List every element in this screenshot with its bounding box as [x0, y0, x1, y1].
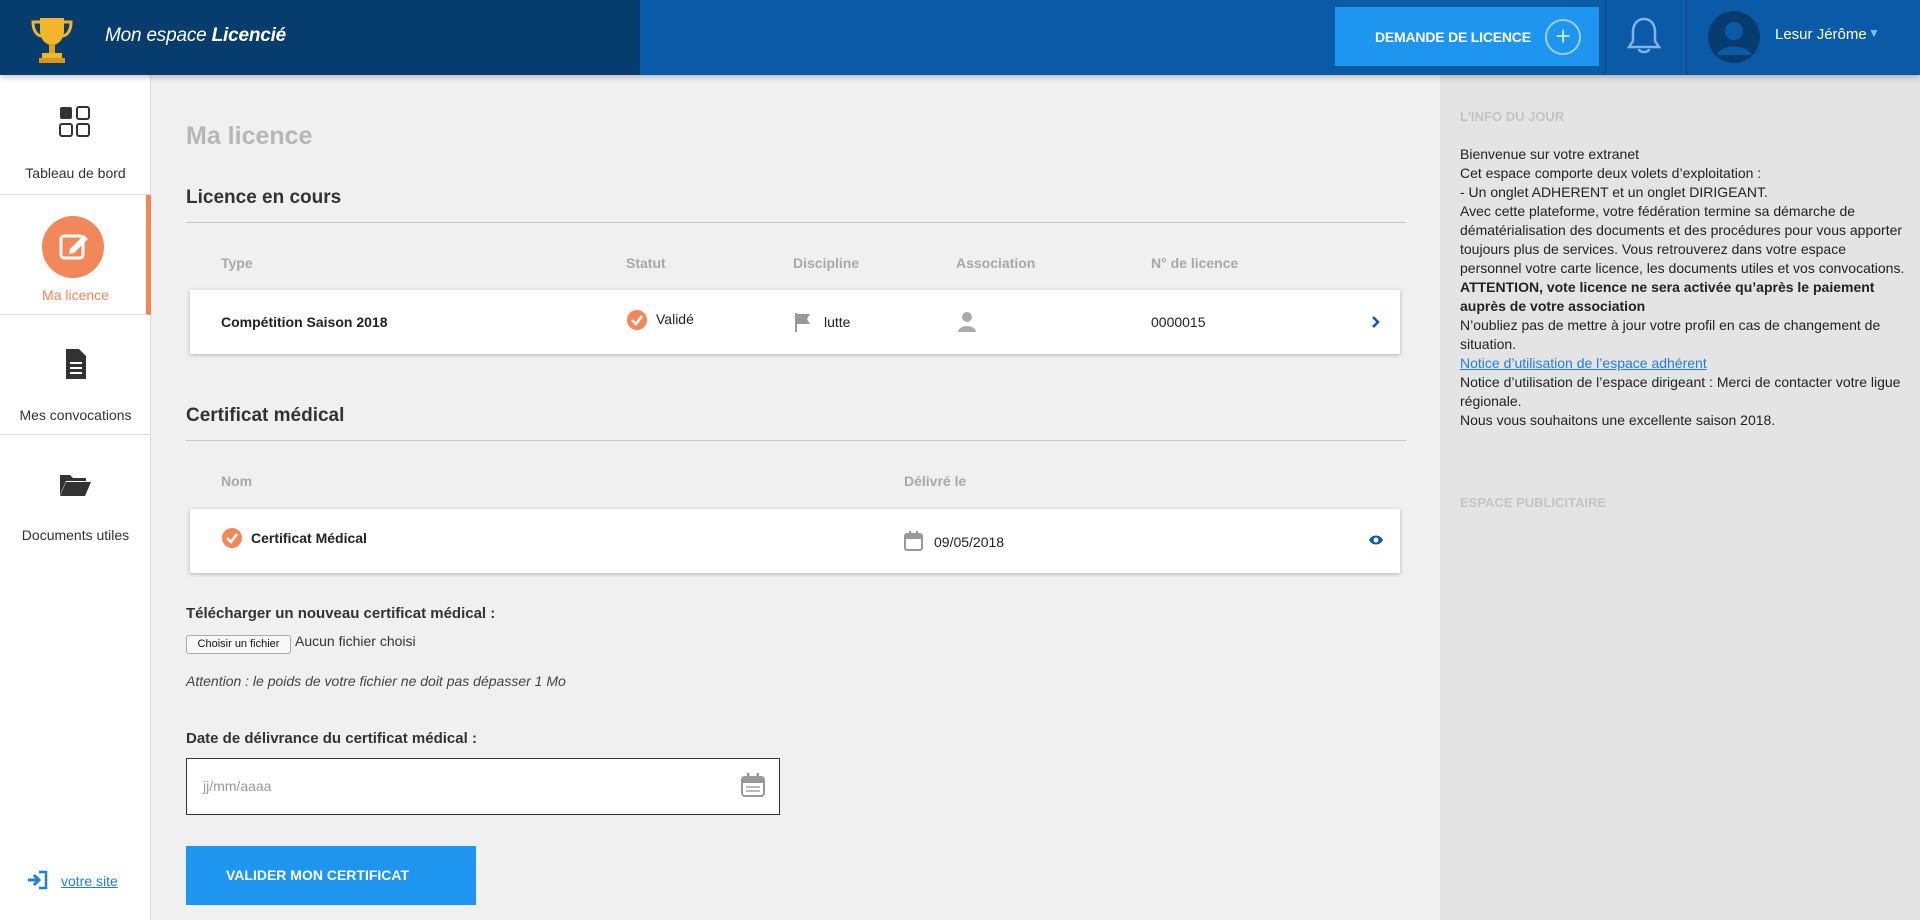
info-attention: ATTENTION, vote licence ne sera activée … — [1460, 279, 1875, 314]
eye-icon[interactable] — [1368, 534, 1384, 546]
page-title: Ma licence — [186, 122, 313, 150]
col-header-nom: Nom — [221, 473, 253, 489]
section-divider — [186, 440, 1406, 441]
right-info-panel: L'INFO DU JOUR Bienvenue sur votre extra… — [1440, 75, 1920, 920]
certificat-section-title: Certificat médical — [186, 405, 345, 426]
licence-discipline: lutte — [824, 314, 851, 330]
choose-file-button[interactable]: Choisir un fichier — [186, 635, 291, 654]
info-line: - Un onglet ADHERENT et un onglet DIRIGE… — [1460, 184, 1768, 200]
sidebar: Tableau de bord Ma licence Mes convocati… — [0, 75, 151, 920]
info-line: Nous vous souhaitons une excellente sais… — [1460, 412, 1776, 428]
folder-open-icon — [60, 475, 91, 496]
votre-site-label: votre site — [61, 873, 118, 889]
sidebar-item-label: Mes convocations — [19, 407, 132, 423]
date-input[interactable]: jj/mm/aaaa — [186, 758, 780, 815]
info-du-jour-title: L'INFO DU JOUR — [1460, 109, 1565, 124]
demande-licence-label: DEMANDE DE LICENCE — [1375, 28, 1531, 45]
sidebar-item-label: Ma licence — [42, 287, 109, 303]
file-size-warning: Attention : le poids de votre fichier ne… — [186, 673, 566, 689]
brand-strong: Licencié — [211, 25, 287, 46]
info-line: Avec cette plateforme, votre fédération … — [1460, 203, 1905, 276]
col-header-statut: Statut — [626, 255, 666, 271]
sidebar-item-ma-licence[interactable]: Ma licence — [0, 195, 151, 315]
header-divider — [1686, 0, 1687, 75]
user-icon — [958, 312, 976, 332]
user-avatar-icon[interactable] — [1708, 11, 1760, 63]
espace-publicitaire-title: ESPACE PUBLICITAIRE — [1460, 495, 1607, 510]
check-circle-icon — [627, 310, 647, 330]
calendar-icon — [904, 531, 923, 551]
top-header: Mon espace Licencié DEMANDE DE LICENCE +… — [0, 0, 1920, 75]
chevron-right-icon[interactable] — [1371, 316, 1381, 328]
col-header-type: Type — [221, 255, 253, 271]
info-line: Notice d’utilisation de l’espace dirigea… — [1460, 374, 1901, 409]
check-circle-icon — [222, 528, 242, 548]
col-header-discipline: Discipline — [793, 255, 860, 271]
brand-prefix: Mon espace — [105, 25, 207, 46]
section-divider — [186, 222, 1406, 223]
sign-in-icon — [28, 870, 48, 890]
certificat-row[interactable]: Certificat Médical 09/05/2018 — [190, 509, 1400, 573]
calendar-icon[interactable] — [741, 773, 765, 797]
date-placeholder: jj/mm/aaaa — [203, 778, 272, 794]
info-line: N’oubliez pas de mettre à jour votre pro… — [1460, 317, 1881, 352]
header-divider — [1605, 0, 1606, 75]
plus-circle-icon: + — [1545, 19, 1581, 55]
brand-title: Mon espace Licencié — [105, 25, 286, 47]
notice-adherent-link[interactable]: Notice d’utilisation de l’espace adhéren… — [1460, 354, 1910, 373]
sidebar-item-tableau-de-bord[interactable]: Tableau de bord — [0, 75, 151, 195]
trophy-icon — [31, 18, 73, 63]
licence-type: Compétition Saison 2018 — [221, 314, 388, 330]
col-header-association: Association — [956, 255, 1036, 271]
licence-numero: 0000015 — [1151, 314, 1206, 330]
licence-section-title: Licence en cours — [186, 187, 342, 208]
info-du-jour-content: Bienvenue sur votre extranet Cet espace … — [1460, 145, 1910, 430]
sidebar-item-label: Tableau de bord — [25, 165, 126, 181]
upload-label: Télécharger un nouveau certificat médica… — [186, 605, 496, 622]
col-header-delivre-le: Délivré le — [904, 473, 967, 489]
certificat-nom: Certificat Médical — [251, 530, 367, 546]
licence-row[interactable]: Compétition Saison 2018 Validé lutte 000… — [190, 290, 1400, 354]
flag-icon — [795, 313, 810, 332]
date-field-label: Date de délivrance du certificat médical… — [186, 730, 477, 747]
chevron-down-icon[interactable]: ▼ — [1868, 26, 1880, 40]
info-line: Cet espace comporte deux volets d’exploi… — [1460, 165, 1762, 181]
user-name[interactable]: Lesur Jérôme — [1775, 26, 1867, 43]
sidebar-item-label: Documents utiles — [21, 527, 130, 543]
document-icon — [66, 349, 86, 379]
bell-icon[interactable] — [1626, 16, 1662, 56]
licence-statut: Validé — [656, 311, 694, 327]
edit-icon — [42, 216, 104, 278]
sidebar-item-documents-utiles[interactable]: Documents utiles — [0, 435, 151, 555]
valider-certificat-button[interactable]: VALIDER MON CERTIFICAT — [186, 846, 476, 905]
col-header-numero: N° de licence — [1151, 255, 1239, 271]
header-brand-area: Mon espace Licencié — [0, 0, 640, 75]
main-content: Ma licence Licence en cours Type Statut … — [152, 75, 1440, 920]
certificat-date: 09/05/2018 — [934, 534, 1005, 550]
sidebar-item-mes-convocations[interactable]: Mes convocations — [0, 315, 151, 435]
info-line: Bienvenue sur votre extranet — [1460, 146, 1639, 162]
dashboard-grid-icon — [59, 106, 90, 137]
file-status: Aucun fichier choisi — [295, 633, 416, 649]
demande-licence-button[interactable]: DEMANDE DE LICENCE + — [1335, 7, 1599, 66]
